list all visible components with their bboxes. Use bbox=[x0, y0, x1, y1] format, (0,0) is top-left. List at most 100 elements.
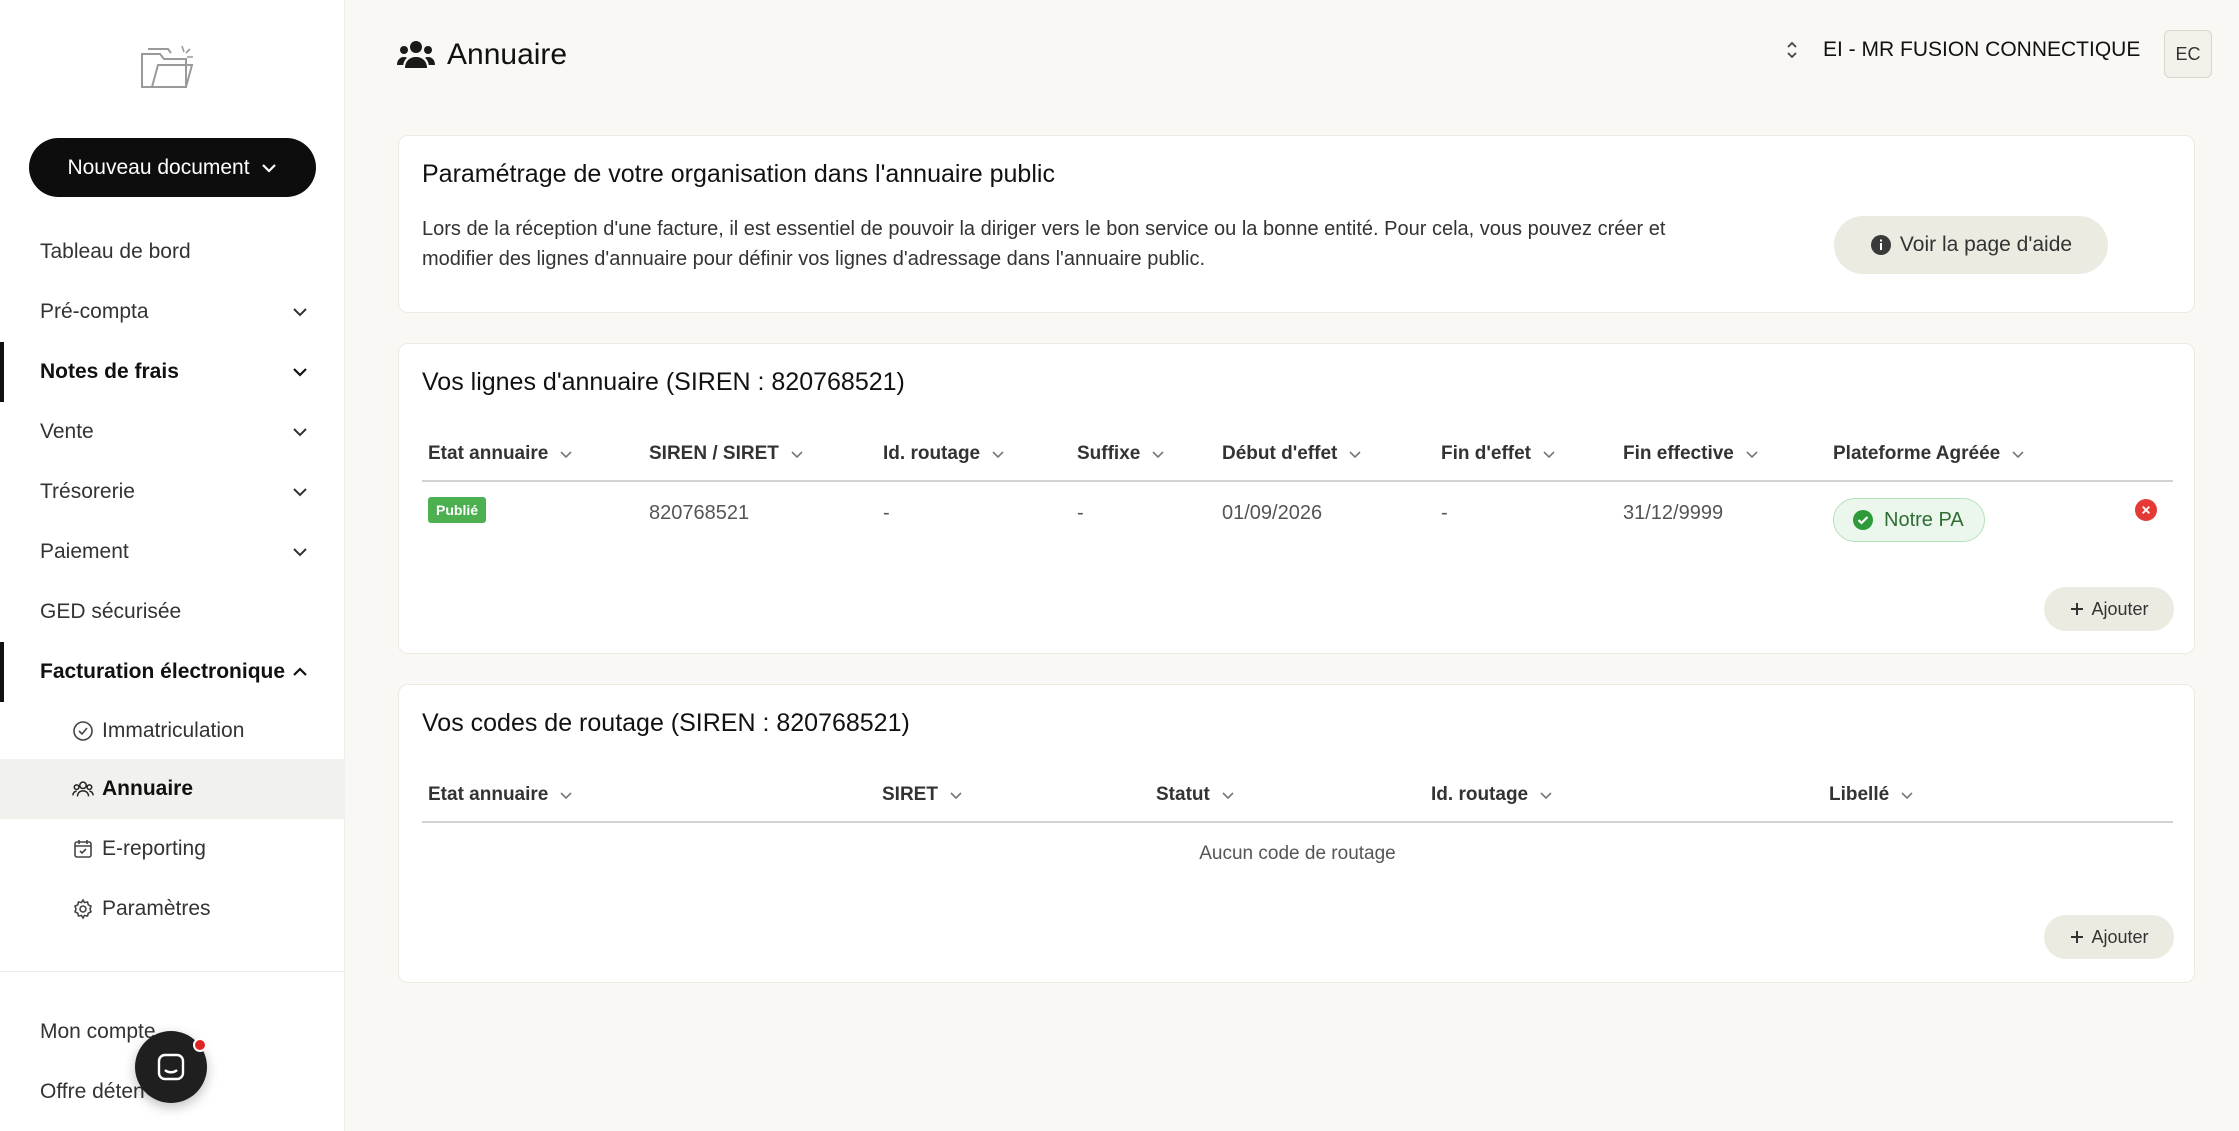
sidebar-item-secure-ged[interactable]: GED sécurisée bbox=[0, 582, 345, 642]
cell-end-date: - bbox=[1441, 502, 1448, 524]
add-button-label: Ajouter bbox=[2091, 926, 2149, 947]
help-page-label: Voir la page d'aide bbox=[1899, 233, 2073, 256]
column-label: Fin effective bbox=[1623, 443, 1734, 464]
page-title-text: Annuaire bbox=[447, 38, 568, 71]
sidebar-item-dashboard[interactable]: Tableau de bord bbox=[0, 222, 345, 282]
new-document-button[interactable]: Nouveau document bbox=[29, 138, 316, 197]
info-icon bbox=[1870, 235, 1891, 255]
column-header-label[interactable]: Libellé bbox=[1829, 767, 1915, 823]
chat-icon bbox=[157, 1053, 185, 1081]
column-header-siret[interactable]: SIRET bbox=[882, 767, 964, 823]
card-title: Paramétrage de votre organisation dans l… bbox=[422, 160, 1055, 188]
column-header-siren-siret[interactable]: SIREN / SIRET bbox=[649, 426, 805, 482]
column-header-effective-end[interactable]: Fin effective bbox=[1623, 426, 1760, 482]
column-header-platform[interactable]: Plateforme Agréée bbox=[1833, 426, 2026, 482]
chevron-down-icon bbox=[560, 792, 572, 800]
chevron-down-icon bbox=[791, 451, 803, 459]
sidebar-item-treasury[interactable]: Trésorerie bbox=[0, 462, 345, 522]
cell-suffix: - bbox=[1077, 502, 1084, 524]
page-title: Annuaire bbox=[397, 38, 567, 72]
calendar-check-icon bbox=[74, 840, 92, 858]
platform-label: Notre PA bbox=[1884, 508, 1964, 531]
column-header-status[interactable]: Etat annuaire bbox=[428, 767, 574, 823]
sidebar-item-expense-reports[interactable]: Notes de frais bbox=[0, 342, 345, 402]
cell-start-date: 01/09/2026 bbox=[1222, 502, 1323, 524]
column-header-suffix[interactable]: Suffixe bbox=[1077, 426, 1166, 482]
sidebar-item-pre-accounting[interactable]: Pré-compta bbox=[0, 282, 345, 342]
column-label: Plateforme Agréée bbox=[1833, 443, 2001, 464]
sidebar-item-e-invoicing[interactable]: Facturation électronique bbox=[0, 642, 345, 702]
routing-codes-card: Vos codes de routage (SIREN : 820768521)… bbox=[398, 684, 2195, 983]
gear-icon bbox=[74, 898, 92, 920]
chevron-down-icon bbox=[1222, 792, 1234, 800]
users-icon bbox=[72, 781, 94, 797]
chevron-down-icon bbox=[293, 488, 307, 497]
sidebar-subitem-e-reporting[interactable]: E-reporting bbox=[0, 819, 345, 879]
column-label: SIRET bbox=[882, 784, 938, 805]
chevron-down-icon bbox=[293, 548, 307, 557]
chevron-down-icon bbox=[1543, 451, 1555, 459]
table-header: Etat annuaire SIREN / SIRET Id. routage … bbox=[422, 426, 2173, 482]
sidebar-item-label: Tableau de bord bbox=[40, 240, 191, 263]
avatar[interactable]: EC bbox=[2164, 30, 2212, 78]
column-label: Début d'effet bbox=[1222, 443, 1338, 464]
sidebar-nav: Tableau de bord Pré-compta Notes de frai… bbox=[0, 222, 345, 939]
chevron-down-icon bbox=[560, 451, 572, 459]
column-header-state[interactable]: Statut bbox=[1156, 767, 1236, 823]
chevron-down-icon bbox=[1349, 451, 1361, 459]
column-label: Id. routage bbox=[1431, 784, 1529, 805]
column-header-routing-id[interactable]: Id. routage bbox=[883, 426, 1006, 482]
column-header-start-date[interactable]: Début d'effet bbox=[1222, 426, 1363, 482]
directory-lines-card: Vos lignes d'annuaire (SIREN : 820768521… bbox=[398, 343, 2195, 654]
chevron-up-icon bbox=[293, 667, 307, 676]
cell-routing-id: - bbox=[883, 502, 890, 524]
column-label: Statut bbox=[1156, 784, 1210, 805]
chevron-down-icon bbox=[261, 163, 276, 173]
sidebar-subitem-settings[interactable]: Paramètres bbox=[0, 879, 345, 939]
add-routing-code-button[interactable]: Ajouter bbox=[2044, 915, 2174, 959]
sidebar-item-label: Paiement bbox=[40, 540, 129, 563]
add-button-label: Ajouter bbox=[2091, 598, 2149, 619]
column-header-routing-id[interactable]: Id. routage bbox=[1431, 767, 1554, 823]
organization-name: EI - MR FUSION CONNECTIQUE bbox=[1823, 38, 2141, 61]
sidebar-link-offer[interactable]: Offre déten bbox=[40, 1080, 145, 1104]
column-label: Libellé bbox=[1829, 784, 1890, 805]
close-icon bbox=[2142, 506, 2150, 514]
sidebar-subitem-label: Annuaire bbox=[102, 777, 194, 800]
organization-switcher[interactable]: EI - MR FUSION CONNECTIQUE bbox=[1785, 38, 2140, 62]
sidebar-item-sales[interactable]: Vente bbox=[0, 402, 345, 462]
chevron-down-icon bbox=[1746, 451, 1758, 459]
app-logo-icon[interactable] bbox=[138, 40, 198, 92]
chevron-down-icon bbox=[992, 451, 1004, 459]
cell-siren-siret: 820768521 bbox=[649, 502, 750, 524]
column-header-status[interactable]: Etat annuaire bbox=[428, 426, 574, 482]
sidebar-link-account[interactable]: Mon compte bbox=[40, 1020, 156, 1044]
notification-dot bbox=[193, 1038, 207, 1052]
plus-icon bbox=[2071, 931, 2084, 943]
column-header-end-date[interactable]: Fin d'effet bbox=[1441, 426, 1557, 482]
directory-settings-card: Paramétrage de votre organisation dans l… bbox=[398, 135, 2195, 313]
sidebar-item-label: Vente bbox=[40, 420, 94, 443]
chevron-down-icon bbox=[950, 792, 962, 800]
table-header: Etat annuaire SIRET Statut Id. routage L… bbox=[422, 767, 2173, 823]
add-directory-line-button[interactable]: Ajouter bbox=[2044, 587, 2174, 631]
sidebar-subitem-registration[interactable]: Immatriculation bbox=[0, 702, 345, 759]
chevron-down-icon bbox=[1152, 451, 1164, 459]
sidebar-subitem-label: E-reporting bbox=[102, 837, 206, 860]
chevron-down-icon bbox=[293, 308, 307, 317]
platform-chip: Notre PA bbox=[1833, 498, 1985, 542]
users-icon bbox=[397, 41, 435, 68]
chevron-down-icon bbox=[1540, 792, 1552, 800]
sidebar-item-payment[interactable]: Paiement bbox=[0, 522, 345, 582]
sidebar-divider bbox=[0, 971, 345, 972]
chevron-down-icon bbox=[2012, 451, 2024, 459]
sidebar-subitem-directory[interactable]: Annuaire bbox=[0, 759, 345, 819]
help-page-button[interactable]: Voir la page d'aide bbox=[1834, 216, 2108, 274]
column-label: SIREN / SIRET bbox=[649, 443, 779, 464]
chevron-up-down-icon bbox=[1787, 41, 1797, 59]
card-title: Vos lignes d'annuaire (SIREN : 820768521… bbox=[422, 368, 905, 396]
delete-row-button[interactable] bbox=[2135, 499, 2157, 521]
cell-effective-end: 31/12/9999 bbox=[1623, 502, 1724, 524]
column-label: Fin d'effet bbox=[1441, 443, 1532, 464]
check-circle-icon bbox=[1853, 510, 1873, 530]
